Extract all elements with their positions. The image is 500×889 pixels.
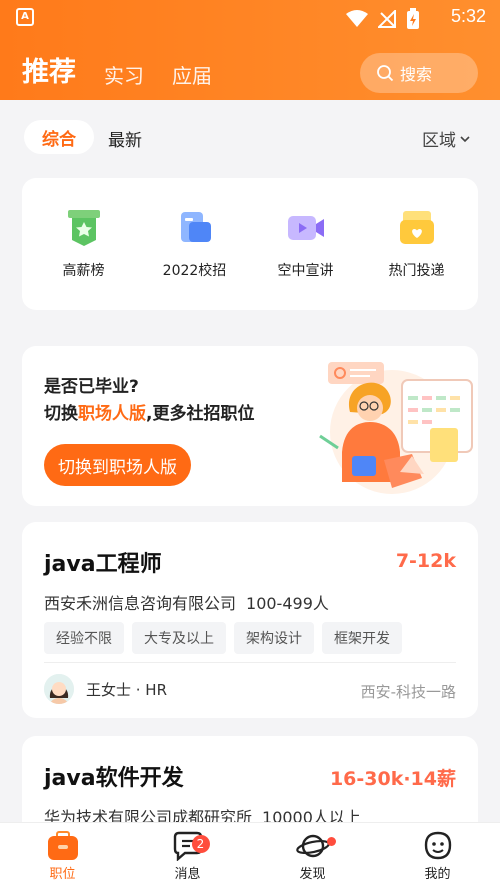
tabbar-item-discover[interactable]: 发现 xyxy=(273,831,353,882)
search-icon xyxy=(377,65,394,82)
switch-version-button[interactable]: 切换到职场人版 xyxy=(44,444,191,486)
tab-internship[interactable]: 实习 xyxy=(104,60,144,89)
job-title: java软件开发 xyxy=(44,766,184,791)
tab-graduate[interactable]: 应届 xyxy=(172,60,212,89)
category-label: 空中宣讲 xyxy=(277,263,334,279)
unread-badge: 2 xyxy=(191,834,210,853)
banner-prefix: 切换 xyxy=(44,404,78,424)
top-tabs: 推荐 实习 应届 xyxy=(22,50,212,89)
switch-version-banner: 是否已毕业? 切换职场人版,更多社招职位 切换到职场人版 xyxy=(22,346,478,506)
ranking-icon xyxy=(67,210,100,246)
filter-latest[interactable]: 最新 xyxy=(108,126,142,151)
avatar xyxy=(44,674,74,704)
job-tags: 经验不限 大专及以上 架构设计 框架开发 xyxy=(44,622,402,654)
region-filter[interactable]: 区域 xyxy=(422,126,470,151)
profile-face-icon xyxy=(424,831,451,859)
job-tag: 经验不限 xyxy=(44,622,124,654)
battery-charging-icon xyxy=(407,8,419,29)
divider xyxy=(44,662,456,663)
bottom-tab-bar: 职位 2 消息 发现 我的 xyxy=(0,822,500,889)
company-size: 100-499人 xyxy=(246,594,329,613)
job-tag: 大专及以上 xyxy=(132,622,226,654)
app-notification-icon: A xyxy=(16,8,34,26)
tabbar-item-profile[interactable]: 我的 xyxy=(398,831,478,882)
jobs-icon xyxy=(47,830,78,860)
company-name: 西安禾洲信息咨询有限公司 xyxy=(44,594,237,613)
category-label: 2022校招 xyxy=(162,263,227,279)
tabbar-item-messages[interactable]: 2 消息 xyxy=(148,831,228,882)
category-campus-2022[interactable]: 2022校招 xyxy=(140,208,250,280)
mailbox-icon xyxy=(399,211,434,244)
status-bar: A 5:32 xyxy=(0,0,500,34)
tab-recommend[interactable]: 推荐 xyxy=(22,50,76,89)
recruiter-name: 王女士 · HR xyxy=(86,680,168,699)
job-title: java工程师 xyxy=(44,552,162,577)
recruiter-info: 王女士 · HR xyxy=(44,674,167,704)
category-online-talk[interactable]: 空中宣讲 xyxy=(251,208,361,280)
category-high-salary[interactable]: 高薪榜 xyxy=(29,208,139,280)
wifi-icon xyxy=(346,10,368,27)
banner-suffix: ,更多社招职位 xyxy=(146,404,255,424)
job-salary: 16-30k·14薪 xyxy=(329,768,456,790)
region-label: 区域 xyxy=(422,131,456,151)
category-shortcuts: 高薪榜 2022校招 空中宣讲 热门投递 xyxy=(22,178,478,310)
job-card[interactable]: java工程师 7-12k 西安禾洲信息咨询有限公司 100-499人 经验不限 … xyxy=(22,522,478,718)
search-box[interactable]: 搜索 xyxy=(360,53,478,93)
no-signal-icon xyxy=(378,10,396,28)
filter-bar: 综合 最新 区域 xyxy=(0,100,500,170)
job-salary: 7-12k xyxy=(395,550,456,572)
banner-question: 是否已毕业? xyxy=(44,377,139,397)
tabbar-label: 发现 xyxy=(299,866,326,882)
top-header: A 5:32 推荐 实习 应届 搜索 xyxy=(0,0,500,100)
chevron-down-icon xyxy=(460,135,470,142)
job-location: 西安-科技一路 xyxy=(360,683,456,701)
filter-comprehensive[interactable]: 综合 xyxy=(24,120,94,154)
clock: 5:32 xyxy=(450,6,486,26)
tabbar-item-jobs[interactable]: 职位 xyxy=(23,830,103,882)
tabbar-label: 消息 xyxy=(174,866,201,882)
banner-subtitle: 切换职场人版,更多社招职位 xyxy=(44,399,254,424)
notification-dot xyxy=(326,836,336,846)
category-label: 热门投递 xyxy=(388,263,445,279)
tabbar-label: 职位 xyxy=(49,866,76,882)
category-hot-apply[interactable]: 热门投递 xyxy=(362,208,472,280)
tabbar-label: 我的 xyxy=(424,866,451,882)
planet-icon xyxy=(295,834,330,857)
banner-highlight: 职场人版 xyxy=(78,404,146,424)
campus-icon xyxy=(180,212,211,242)
banner-illustration xyxy=(319,362,473,494)
search-placeholder: 搜索 xyxy=(400,65,433,84)
category-label: 高薪榜 xyxy=(62,263,105,279)
job-tag: 架构设计 xyxy=(234,622,314,654)
job-company-info: 西安禾洲信息咨询有限公司 100-499人 xyxy=(44,590,329,614)
status-icons xyxy=(346,8,420,30)
video-icon xyxy=(287,216,324,240)
job-tag: 框架开发 xyxy=(322,622,402,654)
